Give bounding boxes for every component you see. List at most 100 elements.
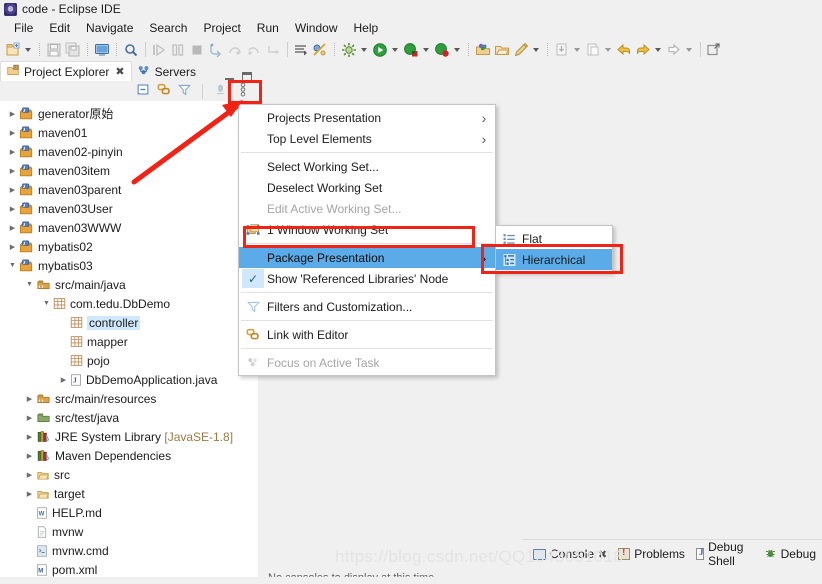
tree-item[interactable]: ▶ maven01 [0, 123, 258, 142]
menu-item-select-working-set[interactable]: Select Working Set... [239, 156, 495, 177]
tree-item[interactable]: ▶ J DbDemoApplication.java [0, 370, 258, 389]
chevron-right-icon[interactable]: ▶ [23, 433, 36, 441]
project-tree[interactable]: ▶ generator原始 ▶ maven01 ▶ maven02-pinyin ▶ mave… [0, 101, 258, 577]
menu-item-show-referenced-libraries-node[interactable]: ✓ Show 'Referenced Libraries' Node [239, 268, 495, 289]
package-presentation-submenu[interactable]: Flat Hierarchical [495, 225, 613, 273]
debug-icon[interactable] [402, 40, 420, 60]
menu-help[interactable]: Help [346, 19, 387, 37]
menu-item-top-level-elements[interactable]: Top Level Elements › [239, 128, 495, 149]
tree-item[interactable]: ▶ maven02-pinyin [0, 142, 258, 161]
chevron-right-icon[interactable]: ▶ [6, 243, 19, 251]
filter-icon[interactable] [178, 83, 191, 99]
chevron-right-icon[interactable]: ▶ [6, 167, 19, 175]
chevron-down-icon[interactable]: ▼ [40, 300, 53, 307]
forward-dropdown-icon[interactable] [655, 47, 661, 52]
menu-project[interactable]: Project [195, 19, 248, 37]
tab-debug-shell[interactable]: Debug Shell [693, 540, 759, 568]
tree-item[interactable]: ▶ src/test/java [0, 408, 258, 427]
tree-item[interactable]: ▼ src/main/java [0, 275, 258, 294]
chevron-right-icon[interactable]: ▶ [57, 376, 70, 384]
menu-item-projects-presentation[interactable]: Projects Presentation › [239, 107, 495, 128]
debug-last-icon[interactable] [122, 40, 140, 60]
tree-item[interactable]: mvnw [0, 522, 258, 541]
minimize-icon[interactable] [225, 72, 234, 81]
new-dropdown-icon[interactable] [25, 47, 31, 52]
tree-item[interactable]: ▶ maven03WWW [0, 218, 258, 237]
tree-item[interactable]: ▶ generator原始 [0, 104, 258, 123]
forward-icon[interactable] [634, 40, 652, 60]
tab-problems[interactable]: Problems [615, 547, 691, 561]
tree-item[interactable]: mapper [0, 332, 258, 351]
tree-item[interactable]: ▼ mybatis03 [0, 256, 258, 275]
debug-dropdown-icon[interactable] [423, 47, 429, 52]
view-menu-icon[interactable] [234, 82, 252, 100]
tab-debug[interactable]: Debug [761, 547, 822, 562]
open-console-icon[interactable] [93, 40, 111, 60]
chevron-right-icon[interactable]: ▶ [23, 490, 36, 498]
tree-item[interactable]: mvnw.cmd [0, 541, 258, 560]
chevron-down-icon[interactable]: ▼ [6, 262, 19, 269]
chevron-down-icon[interactable]: ▼ [23, 281, 36, 288]
new-class-dropdown-icon[interactable] [533, 47, 539, 52]
collapse-all-icon[interactable] [136, 83, 150, 99]
back-icon[interactable] [615, 40, 633, 60]
menu-item-deselect-working-set[interactable]: Deselect Working Set [239, 177, 495, 198]
menu-file[interactable]: File [6, 19, 41, 37]
menu-window[interactable]: Window [287, 19, 346, 37]
menu-item-package-presentation[interactable]: Package Presentation › [239, 247, 495, 268]
chevron-right-icon[interactable]: ▶ [6, 129, 19, 137]
tree-item[interactable]: ▶ mybatis02 [0, 237, 258, 256]
next-annotation-icon[interactable] [292, 40, 310, 60]
tree-item[interactable]: W HELP.md [0, 503, 258, 522]
new-wizard-icon[interactable] [4, 40, 22, 60]
menu-item-filters-and-customization[interactable]: Filters and Customization... [239, 296, 495, 317]
chevron-right-icon[interactable]: ▶ [6, 205, 19, 213]
menu-navigate[interactable]: Navigate [78, 19, 141, 37]
tree-item[interactable]: Mpom.xml [0, 560, 258, 577]
next-dropdown-icon[interactable] [686, 47, 692, 52]
chevron-right-icon[interactable]: ▶ [23, 395, 36, 403]
tree-item[interactable]: ▶ src [0, 465, 258, 484]
open-type-dropdown-icon[interactable] [574, 47, 580, 52]
tab-servers[interactable]: Servers [132, 62, 202, 81]
tree-item[interactable]: pojo [0, 351, 258, 370]
run-dropdown-icon[interactable] [392, 47, 398, 52]
view-menu-popup[interactable]: Projects Presentation › Top Level Elements… [238, 104, 496, 376]
tree-item[interactable]: ▶ maven03User [0, 199, 258, 218]
chevron-right-icon[interactable]: ▶ [6, 224, 19, 232]
chevron-right-icon[interactable]: ▶ [23, 414, 36, 422]
tree-item[interactable]: ▶ maven03item [0, 161, 258, 180]
menu-edit[interactable]: Edit [41, 19, 78, 37]
new-class-icon[interactable] [512, 40, 530, 60]
link-with-editor-icon[interactable] [157, 83, 171, 99]
new-java-project-icon[interactable] [474, 40, 492, 60]
coverage-icon[interactable] [433, 40, 451, 60]
focus-active-task-icon[interactable] [214, 83, 227, 99]
run-icon[interactable] [371, 40, 389, 60]
tree-item[interactable]: ▶ maven03parent [0, 180, 258, 199]
menu-search[interactable]: Search [141, 19, 195, 37]
new-package-icon[interactable] [493, 40, 511, 60]
menu-run[interactable]: Run [249, 19, 287, 37]
tree-item[interactable]: ▼ com.tedu.DbDemo [0, 294, 258, 313]
tree-item[interactable]: ▶ Maven Dependencies [0, 446, 258, 465]
tab-project-explorer[interactable]: Project Explorer ✖ [0, 61, 132, 81]
maximize-icon[interactable] [242, 72, 252, 81]
chevron-right-icon[interactable]: ▶ [6, 148, 19, 156]
chevron-right-icon[interactable]: ▶ [23, 471, 36, 479]
chevron-right-icon[interactable]: ▶ [23, 452, 36, 460]
tree-item[interactable]: ▶ JRE System Library [JavaSE-1.8] [0, 427, 258, 446]
chevron-right-icon[interactable]: ▶ [6, 110, 19, 118]
tree-item[interactable]: ▶ src/main/resources [0, 389, 258, 408]
open-task-dropdown-icon[interactable] [605, 47, 611, 52]
menu-item-link-with-editor[interactable]: Link with Editor [239, 324, 495, 345]
menu-item-1-window-working-set[interactable]: 1 Window Working Set [239, 219, 495, 240]
external-tools-dropdown-icon[interactable] [361, 47, 367, 52]
restore-icon[interactable] [705, 40, 723, 60]
external-tools-icon[interactable] [340, 40, 358, 60]
submenu-item-hierarchical[interactable]: Hierarchical [496, 249, 612, 270]
tree-item[interactable]: controller [0, 313, 258, 332]
coverage-dropdown-icon[interactable] [454, 47, 460, 52]
skip-breakpoints-icon[interactable] [311, 40, 329, 60]
submenu-item-flat[interactable]: Flat [496, 228, 612, 249]
